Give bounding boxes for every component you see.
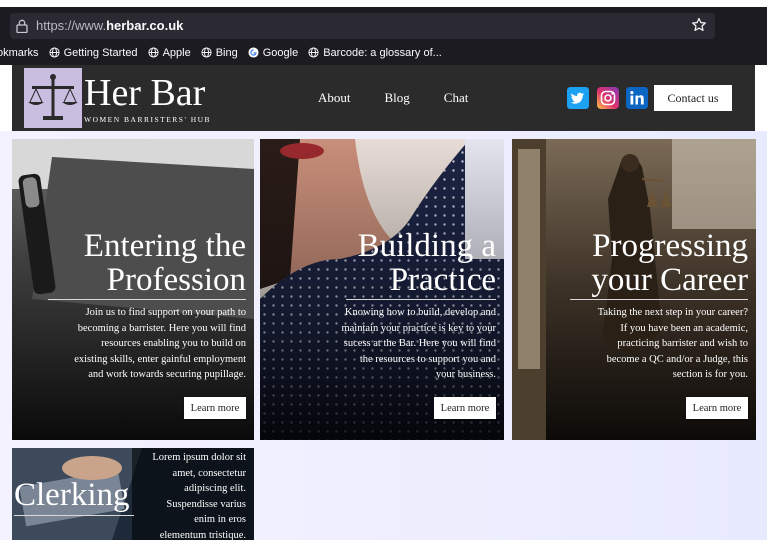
bookmark-barcode[interactable]: Barcode: a glossary of... [308,47,442,59]
main-nav: About Blog Chat [318,90,502,106]
card-description: Knowing how to build, develop and maintai… [341,307,496,380]
nav-blog[interactable]: Blog [385,90,410,106]
instagram-icon[interactable] [597,87,619,109]
globe-icon [201,47,212,58]
card-title: Progressing your Career [591,228,748,298]
card-clerking[interactable]: Clerking Lorem ipsum dolor sit amet, cons… [12,448,254,540]
card-description: Lorem ipsum dolor sit amet, consectetur ad… [152,452,246,540]
card-divider [14,515,134,516]
scales-of-justice-icon [28,74,78,120]
site-header: Her Bar WOMEN BARRISTERS' HUB About Blog… [12,65,755,131]
bookmark-overflow[interactable]: okmarks [0,47,39,59]
twitter-icon[interactable] [567,87,589,109]
card-divider [346,299,496,300]
globe-icon [49,47,60,58]
address-bar[interactable]: https://www.herbar.co.uk [10,13,715,39]
learn-more-button[interactable]: Learn more [686,397,748,419]
bookmark-bing[interactable]: Bing [201,47,238,59]
nav-chat[interactable]: Chat [444,90,469,106]
card-entering-profession[interactable]: Entering the Profession Join us to find s… [12,139,254,440]
linkedin-icon[interactable] [626,87,648,109]
bookmark-google[interactable]: Google [248,47,298,59]
bookmarks-bar: okmarks Getting Started Apple Bing Googl… [0,40,767,65]
bookmark-apple[interactable]: Apple [148,47,191,59]
globe-icon [148,47,159,58]
url-text: https://www.herbar.co.uk [36,18,184,33]
card-divider [48,299,246,300]
learn-more-button[interactable]: Learn more [434,397,496,419]
card-description: Taking the next step in your career? If y… [597,307,748,380]
brand-title[interactable]: Her Bar [84,73,205,113]
card-progressing-career[interactable]: Progressing your Career Taking the next s… [512,139,756,440]
nav-about[interactable]: About [318,90,351,106]
lock-icon [16,19,28,33]
card-building-practice[interactable]: Building a Practice Knowing how to build,… [260,139,504,440]
globe-icon [308,47,319,58]
google-icon [248,47,259,58]
brand-tagline: WOMEN BARRISTERS' HUB [84,115,212,124]
card-title: Entering the Profession [83,228,246,298]
card-description: Join us to find support on your path to b… [74,307,246,380]
learn-more-button[interactable]: Learn more [184,397,246,419]
browser-toolbar: https://www.herbar.co.uk [0,0,767,40]
bookmark-star-icon[interactable] [691,17,707,33]
card-divider [570,299,748,300]
card-title: Building a Practice [357,228,496,298]
scales-logo[interactable] [24,68,82,128]
contact-button[interactable]: Contact us [654,85,732,111]
bookmark-getting-started[interactable]: Getting Started [49,47,138,59]
card-title: Clerking [14,477,130,513]
